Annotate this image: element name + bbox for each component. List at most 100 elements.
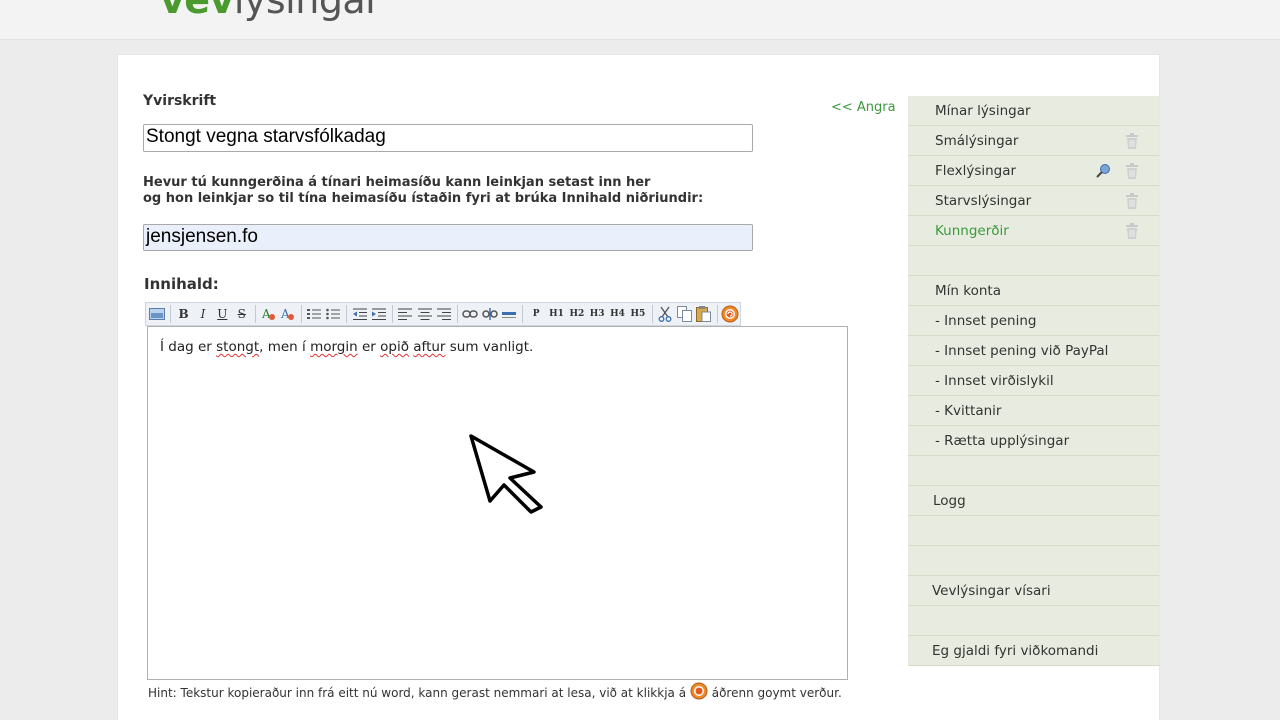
trash-icon[interactable] <box>1124 163 1140 179</box>
toolbar-separator <box>300 305 302 323</box>
title-input[interactable]: Stongt vegna starvsfólkadag <box>143 124 753 152</box>
svg-text:A: A <box>261 307 271 321</box>
hint-text-before: Hint: Tekstur kopieraður inn frá eitt nú… <box>148 686 687 700</box>
cleanup-icon <box>690 682 708 700</box>
strikethrough-button[interactable]: S <box>233 305 251 324</box>
link-description-line-1: Hevur tú kunngerðina á tínari heimasíðu … <box>143 175 651 190</box>
sidebar-item-eg-gjaldi[interactable]: Eg gjaldi fyri viðkomandi <box>908 636 1159 666</box>
unlink-icon[interactable] <box>481 305 499 324</box>
sidebar-item-kvittanir[interactable]: - Kvittanir <box>908 396 1159 426</box>
misspelled-word: aftur <box>413 339 446 355</box>
sidebar-item-minar-lysingar[interactable]: Mínar lýsingar <box>908 96 1159 126</box>
indent-icon[interactable] <box>370 305 388 324</box>
toolbar-separator <box>522 305 524 323</box>
sidebar-item-smalysingar[interactable]: Smálýsingar <box>908 126 1159 156</box>
sidebar-item-logg[interactable]: Logg <box>908 486 1159 516</box>
horizontal-rule-icon[interactable] <box>500 305 518 324</box>
trash-icon[interactable] <box>1124 193 1140 209</box>
hint-text-after: áðrenn goymt verður. <box>711 686 842 700</box>
heading-4-button[interactable]: H4 <box>608 305 627 324</box>
sidebar-item-label: Mínar lýsingar <box>935 102 1031 119</box>
misspelled-word: morgin <box>310 339 358 355</box>
trash-icon[interactable] <box>1124 223 1140 239</box>
hint-text: Hint: Tekstur kopieraður inn frá eitt nú… <box>148 682 842 700</box>
cut-icon[interactable] <box>656 305 674 324</box>
toolbar-separator <box>170 305 172 323</box>
sidebar-item-label: Logg <box>933 492 966 509</box>
heading-1-button[interactable]: H1 <box>547 305 566 324</box>
align-left-icon[interactable] <box>396 305 414 324</box>
sidebar-item-label: Kunngerðir <box>935 222 1009 239</box>
sidebar-spacer <box>908 546 1159 576</box>
site-header: vevlýsingar <box>0 0 1280 40</box>
sidebar-item-innset-pening-paypal[interactable]: - Innset pening við PayPal <box>908 336 1159 366</box>
logo-part-1: vev <box>160 0 234 22</box>
sidebar-spacer <box>908 456 1159 486</box>
text-color-icon[interactable]: A <box>259 305 277 324</box>
sidebar-spacer <box>908 246 1159 276</box>
sidebar-item-innset-virdislykil[interactable]: - Innset virðislykil <box>908 366 1159 396</box>
align-center-icon[interactable] <box>416 305 434 324</box>
link-icon[interactable] <box>461 305 479 324</box>
misspelled-word: opið <box>380 339 409 355</box>
editor-text-segment: er <box>357 339 381 355</box>
sidebar-item-vevlysingar-visari[interactable]: Vevlýsingar vísari <box>908 576 1159 606</box>
link-input[interactable]: jensjensen.fo <box>143 224 753 251</box>
paragraph-button[interactable]: P <box>526 305 545 324</box>
italic-button[interactable]: I <box>194 305 212 324</box>
toolbar-separator <box>457 305 459 323</box>
align-right-icon[interactable] <box>435 305 453 324</box>
trash-icon[interactable] <box>1124 133 1140 149</box>
sidebar-item-flexlysingar[interactable]: Flexlýsingar <box>908 156 1159 186</box>
editor-text: Í dag er stongt, men í morgin er opið af… <box>160 339 533 355</box>
mouse-pointer-icon <box>469 434 543 514</box>
toolbar-separator <box>346 305 348 323</box>
copy-icon[interactable] <box>675 305 693 324</box>
title-label: Yvirskrift <box>143 93 217 109</box>
underline-button[interactable]: U <box>213 305 231 324</box>
toolbar-separator <box>254 305 256 323</box>
toolbar-separator <box>716 305 718 323</box>
sidebar-item-label: - Innset pening <box>935 312 1037 329</box>
bold-button[interactable]: B <box>174 305 192 324</box>
paste-icon[interactable] <box>694 305 712 324</box>
sidebar-item-label: - Innset virðislykil <box>935 372 1054 389</box>
misspelled-word: stongt <box>216 339 260 355</box>
editor-text-segment: , men í <box>259 339 311 355</box>
editor-text-segment: Í dag er <box>160 339 217 355</box>
site-logo[interactable]: vevlýsingar <box>160 0 381 22</box>
sidebar-item-label: Vevlýsingar vísari <box>932 582 1051 599</box>
image-icon[interactable] <box>148 305 166 324</box>
cleanup-icon[interactable] <box>721 305 739 324</box>
background-color-icon[interactable]: A <box>278 305 296 324</box>
sidebar-nav: Mínar lýsingar Smálýsingar Flexlýsingar … <box>908 96 1159 666</box>
sidebar-item-label: Eg gjaldi fyri viðkomandi <box>932 642 1099 659</box>
heading-2-button[interactable]: H2 <box>567 305 586 324</box>
ordered-list-icon[interactable] <box>305 305 323 324</box>
sidebar-spacer <box>908 516 1159 546</box>
heading-5-button[interactable]: H5 <box>628 305 647 324</box>
sidebar-item-raetta-upplysingar[interactable]: - Rætta upplýsingar <box>908 426 1159 456</box>
back-link[interactable]: << Angra <box>831 100 896 115</box>
editor-text-segment: sum vanligt. <box>445 339 534 355</box>
svg-text:A: A <box>280 307 290 321</box>
heading-3-button[interactable]: H3 <box>588 305 607 324</box>
sidebar-item-innset-pening[interactable]: - Innset pening <box>908 306 1159 336</box>
logo-part-2: lýsingar <box>233 0 381 22</box>
sidebar-item-kunngerdir[interactable]: Kunngerðir <box>908 216 1159 246</box>
sidebar-item-label: - Innset pening við PayPal <box>935 342 1109 359</box>
sidebar-item-label: - Rætta upplýsingar <box>935 432 1070 449</box>
unordered-list-icon[interactable] <box>324 305 342 324</box>
link-description: Hevur tú kunngerðina á tínari heimasíðu … <box>143 175 703 207</box>
sidebar-spacer <box>908 606 1159 636</box>
sidebar-item-label: Starvslýsingar <box>935 192 1032 209</box>
outdent-icon[interactable] <box>350 305 368 324</box>
sidebar-item-label: - Kvittanir <box>935 402 1002 419</box>
sidebar-item-min-konta[interactable]: Mín konta <box>908 276 1159 306</box>
editor-toolbar: B I U S A A P H1 H2 H3 H4 H5 <box>145 302 741 326</box>
pin-icon[interactable] <box>1095 163 1111 179</box>
sidebar-item-starvslysingar[interactable]: Starvslýsingar <box>908 186 1159 216</box>
toolbar-separator <box>651 305 653 323</box>
link-description-line-2: og hon leinkjar so til tína heimasíðu ís… <box>143 191 704 206</box>
sidebar-item-label: Flexlýsingar <box>935 162 1017 179</box>
